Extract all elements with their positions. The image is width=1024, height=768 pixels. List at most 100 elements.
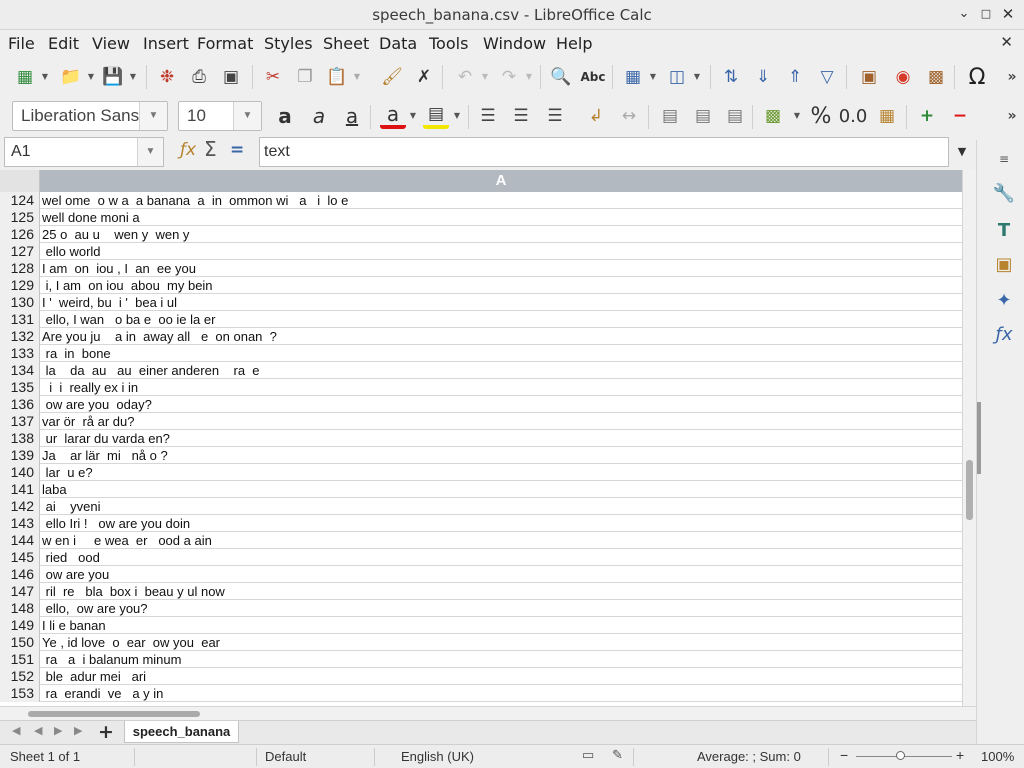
table-row[interactable]: 144 w en i e wea er ood a ain [0, 532, 962, 549]
insert-image-icon[interactable]: ▣ [856, 64, 882, 90]
table-row[interactable]: 133 ra in bone [0, 345, 962, 362]
spreadsheet-grid[interactable]: A 124 wel ome o w a a banana a in ommon w… [0, 170, 962, 706]
undo-dropdown-icon[interactable]: ▼ [480, 64, 490, 90]
horizontal-scroll-thumb[interactable] [28, 711, 200, 717]
row-number[interactable]: 136 [0, 396, 40, 413]
align-middle-icon[interactable]: ▤ [690, 103, 716, 129]
navigator-icon[interactable]: ✦ [991, 288, 1017, 314]
table-row[interactable]: 129 i, I am on iou abou my bein [0, 277, 962, 294]
save-dropdown-icon[interactable]: ▼ [128, 64, 138, 90]
special-character-icon[interactable]: Ω [964, 64, 990, 90]
cell-value[interactable]: ello world [42, 243, 101, 260]
align-center-icon[interactable]: ☰ [508, 103, 534, 129]
column-dropdown-icon[interactable]: ▼ [692, 64, 702, 90]
cell-value[interactable]: I ' weird, bu i ' bea i ul [42, 294, 177, 311]
table-row[interactable]: 153 ra erandi ve a y in [0, 685, 962, 702]
functions-icon[interactable]: ƒx [991, 322, 1017, 348]
align-top-icon[interactable]: ▤ [657, 103, 683, 129]
selection-mode-icon[interactable]: ▭ [582, 747, 594, 763]
cell-value[interactable]: ai yveni [42, 498, 101, 515]
cell-value[interactable]: ril re bla box i beau y ul now [42, 583, 225, 600]
table-row[interactable]: 151 ra a i balanum minum [0, 651, 962, 668]
zoom-out-icon[interactable]: − [840, 747, 848, 763]
cut-icon[interactable]: ✂ [260, 64, 286, 90]
sum-icon[interactable]: Σ [204, 137, 217, 161]
pivot-table-icon[interactable]: ▩ [923, 64, 949, 90]
table-row[interactable]: 124 wel ome o w a a banana a in ommon wi … [0, 192, 962, 209]
menu-tools[interactable]: Tools [429, 34, 468, 53]
menu-view[interactable]: View [92, 34, 130, 53]
row-number[interactable]: 146 [0, 566, 40, 583]
maximize-icon[interactable]: □ [976, 4, 996, 24]
find-replace-icon[interactable]: 🔍 [548, 64, 574, 90]
row-number[interactable]: 139 [0, 447, 40, 464]
table-row[interactable]: 148 ello, ow are you? [0, 600, 962, 617]
sidebar-collapse-handle[interactable] [977, 402, 981, 474]
zoom-level[interactable]: 100% [981, 749, 1014, 764]
menu-window[interactable]: Window [483, 34, 546, 53]
date-format-icon[interactable]: ▦ [874, 103, 900, 129]
table-row[interactable]: 131 ello, I wan o ba e oo ie la er [0, 311, 962, 328]
table-row[interactable]: 149 I li e banan [0, 617, 962, 634]
cell-value[interactable]: ello, ow are you? [42, 600, 148, 617]
next-sheet-icon[interactable]: ▶ [54, 724, 62, 737]
formula-input[interactable]: text [259, 137, 949, 167]
table-row[interactable]: 137 var ör rå ar du? [0, 413, 962, 430]
row-number[interactable]: 147 [0, 583, 40, 600]
bold-icon[interactable]: a [272, 103, 298, 129]
zoom-in-icon[interactable]: + [956, 747, 964, 763]
row-number[interactable]: 126 [0, 226, 40, 243]
row-number[interactable]: 133 [0, 345, 40, 362]
font-color-dropdown-icon[interactable]: ▼ [408, 103, 418, 129]
font-name-dropdown-icon[interactable]: ▼ [139, 102, 167, 130]
zoom-slider-handle[interactable] [896, 751, 905, 760]
row-number[interactable]: 138 [0, 430, 40, 447]
formula-icon[interactable]: = [230, 140, 244, 160]
new-dropdown-icon[interactable]: ▼ [40, 64, 50, 90]
cell-value[interactable]: lar u e? [42, 464, 93, 481]
cell-value[interactable]: ello, I wan o ba e oo ie la er [42, 311, 216, 328]
row-number[interactable]: 132 [0, 328, 40, 345]
align-bottom-icon[interactable]: ▤ [722, 103, 748, 129]
clear-formatting-icon[interactable]: ✗ [411, 64, 437, 90]
italic-icon[interactable]: a [306, 103, 332, 129]
row-number[interactable]: 141 [0, 481, 40, 498]
row-number[interactable]: 144 [0, 532, 40, 549]
cell-value[interactable]: i, I am on iou abou my bein [42, 277, 213, 294]
underline-icon[interactable]: a [339, 103, 365, 129]
table-row[interactable]: 125 well done moni a [0, 209, 962, 226]
table-row[interactable]: 130 I ' weird, bu i ' bea i ul [0, 294, 962, 311]
font-name-box[interactable]: Liberation Sans ▼ [12, 101, 168, 131]
page-style[interactable]: Default [265, 749, 306, 764]
language-status[interactable]: English (UK) [401, 749, 474, 764]
delete-decimal-icon[interactable]: − [947, 103, 973, 129]
toolbar-overflow-icon[interactable]: » [1004, 64, 1020, 90]
paste-icon[interactable]: 📋 [324, 64, 350, 90]
row-number[interactable]: 149 [0, 617, 40, 634]
row-number[interactable]: 142 [0, 498, 40, 515]
align-left-icon[interactable]: ☰ [475, 103, 501, 129]
toolbar-overflow-icon[interactable]: » [1004, 103, 1020, 129]
currency-format-icon[interactable]: ▩ [760, 103, 786, 129]
number-format-icon[interactable]: 0.0 [839, 103, 868, 129]
cell-value[interactable]: ra a i balanum minum [42, 651, 182, 668]
clone-formatting-icon[interactable]: 🖌 [379, 64, 405, 90]
table-row[interactable]: 136 ow are you oday? [0, 396, 962, 413]
menu-sheet[interactable]: Sheet [323, 34, 369, 53]
print-preview-icon[interactable]: ▣ [218, 64, 244, 90]
redo-dropdown-icon[interactable]: ▼ [524, 64, 534, 90]
row-number[interactable]: 150 [0, 634, 40, 651]
menu-styles[interactable]: Styles [264, 34, 313, 53]
font-size-box[interactable]: 10 ▼ [178, 101, 262, 131]
table-row[interactable]: 127 ello world [0, 243, 962, 260]
properties-icon[interactable]: 🔧 [991, 181, 1017, 207]
cell-value[interactable]: Ye , id love o ear ow you ear [42, 634, 220, 651]
row-number[interactable]: 134 [0, 362, 40, 379]
function-wizard-icon[interactable]: ƒx [180, 140, 196, 160]
table-row[interactable]: 135 i i really ex i in [0, 379, 962, 396]
cell-value[interactable]: 25 o au u wen y wen y [42, 226, 189, 243]
close-window-icon[interactable]: ✕ [998, 4, 1018, 24]
row-number[interactable]: 131 [0, 311, 40, 328]
table-row[interactable]: 143 ello Iri ! ow are you doin [0, 515, 962, 532]
spelling-icon[interactable]: Abc [580, 64, 606, 90]
